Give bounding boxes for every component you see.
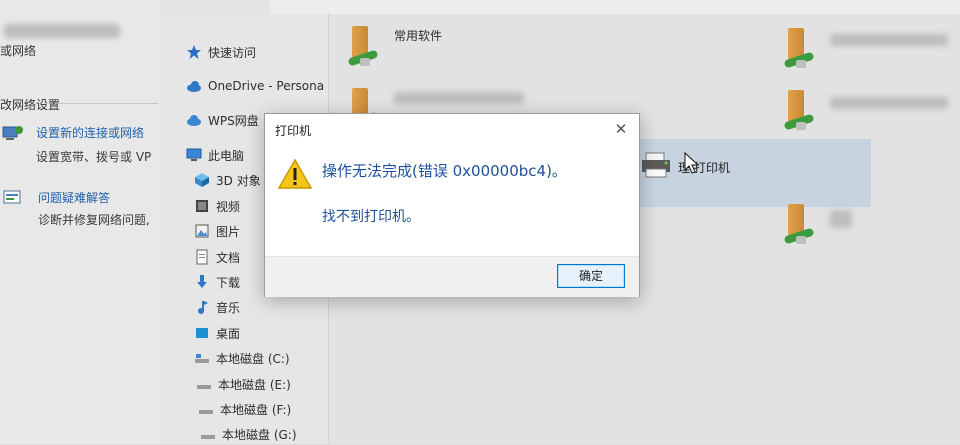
nav-quick-access[interactable]: 快速访问 <box>186 41 256 63</box>
section-title: 改网络设置 <box>0 98 61 112</box>
nav-wps-drive[interactable]: WPS网盘 <box>186 109 259 131</box>
nav-drive-c[interactable]: 本地磁盘 (C:) <box>194 347 290 369</box>
dialog-title: 打印机 <box>275 124 312 138</box>
nav-drive-g[interactable]: 本地磁盘 (G:) <box>200 423 297 445</box>
panel-heading: 或网络 <box>0 44 37 58</box>
shared-folder-icon <box>782 202 816 246</box>
shared-folder-icon <box>782 88 816 132</box>
nav-3d-objects[interactable]: 3D 对象 <box>194 169 261 191</box>
troubleshoot-icon <box>3 190 21 204</box>
printer-item-selected[interactable]: 理 打印机 <box>630 139 871 207</box>
ok-button[interactable]: 确定 <box>557 264 625 288</box>
nav-videos[interactable]: 视频 <box>194 195 240 217</box>
setup-connection-desc: 设置宽带、拨号或 VP <box>36 150 152 164</box>
nav-desktop[interactable]: 桌面 <box>194 322 240 344</box>
troubleshoot-desc: 诊断并修复网络问题, <box>38 213 150 227</box>
error-message: 操作无法完成(错误 0x00000bc4)。 <box>322 162 567 180</box>
blurred-folder-name <box>394 92 524 104</box>
setup-connection-link[interactable]: 设置新的连接或网络 <box>36 124 144 141</box>
cloud-icon <box>186 112 202 128</box>
shared-folder-icon <box>782 26 816 70</box>
drive-icon <box>194 350 210 366</box>
shared-folder-5[interactable] <box>782 202 852 246</box>
nav-onedrive[interactable]: OneDrive - Persona <box>186 75 324 97</box>
download-icon <box>194 274 210 290</box>
blurred-folder-name <box>830 97 948 109</box>
document-icon <box>194 249 210 265</box>
desktop-icon <box>194 325 210 341</box>
star-icon <box>186 44 202 60</box>
shared-folder-label: 常用软件 <box>394 28 443 43</box>
section-divider <box>58 103 158 104</box>
drive-icon <box>198 401 214 417</box>
warning-icon <box>277 158 313 189</box>
drive-icon <box>196 376 212 392</box>
shared-folder-icon <box>346 24 380 68</box>
mouse-cursor-icon <box>684 152 700 174</box>
shared-folder-3[interactable] <box>782 26 948 70</box>
nav-pictures[interactable]: 图片 <box>194 220 240 242</box>
error-detail: 找不到打印机。 <box>322 209 420 225</box>
nav-drive-e[interactable]: 本地磁盘 (E:) <box>196 373 291 395</box>
troubleshoot-link[interactable]: 问题疑难解答 <box>38 189 110 206</box>
blurred-heading <box>4 24 120 38</box>
blurred-folder-name <box>830 210 852 228</box>
video-icon <box>194 198 210 214</box>
address-bar[interactable] <box>270 0 960 15</box>
dialog-titlebar[interactable]: 打印机 ✕ <box>265 114 639 144</box>
nav-downloads[interactable]: 下载 <box>194 271 240 293</box>
printer-icon <box>642 152 670 178</box>
cloud-icon <box>186 78 202 94</box>
dialog-footer: 确定 <box>265 256 639 297</box>
nav-drive-f[interactable]: 本地磁盘 (F:) <box>198 398 291 420</box>
cube-icon <box>194 172 210 188</box>
drive-icon <box>200 426 216 442</box>
computer-icon <box>186 147 202 163</box>
nav-this-pc[interactable]: 此电脑 <box>186 144 244 166</box>
shared-folder-4[interactable] <box>782 88 948 132</box>
close-icon[interactable]: ✕ <box>609 118 633 140</box>
nav-music[interactable]: 音乐 <box>194 296 240 318</box>
picture-icon <box>194 223 210 239</box>
printer-error-dialog: 打印机 ✕ 操作无法完成(错误 0x00000bc4)。 找不到打印机。 确定 <box>264 113 640 297</box>
blurred-folder-name <box>830 34 948 46</box>
network-settings-panel: 或网络 改网络设置 设置新的连接或网络 设置宽带、拨号或 VP 问题疑难解答 诊… <box>0 0 160 444</box>
shared-folder-software[interactable]: 常用软件 <box>346 24 442 68</box>
nav-documents[interactable]: 文档 <box>194 246 240 268</box>
network-setup-icon <box>2 126 23 140</box>
music-icon <box>194 299 210 315</box>
